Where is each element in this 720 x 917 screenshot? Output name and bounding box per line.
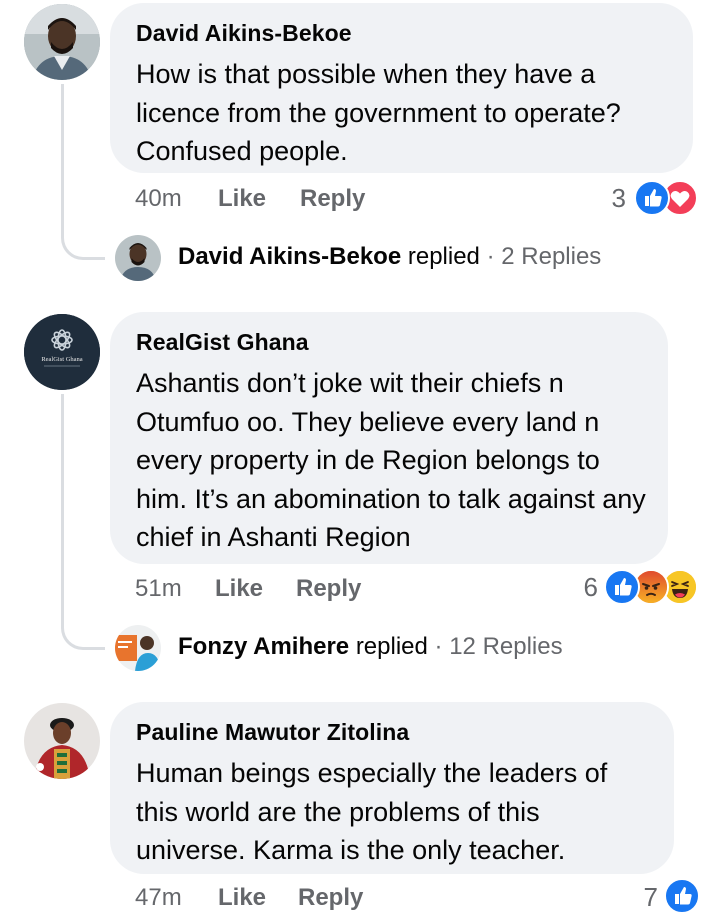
avatar-brand-text: RealGist Ghana xyxy=(41,356,82,363)
like-icon xyxy=(634,180,670,216)
reply-button[interactable]: Reply xyxy=(296,575,361,603)
realgist-logo-icon: RealGist Ghana xyxy=(24,314,100,390)
replies-link[interactable]: Fonzy Amihere replied · 12 Replies xyxy=(178,633,563,661)
person-photo-icon xyxy=(115,625,161,671)
person-photo-icon xyxy=(115,235,161,281)
reply-author: Fonzy Amihere xyxy=(178,633,350,660)
thread-line xyxy=(61,394,64,624)
reply-button[interactable]: Reply xyxy=(298,884,363,912)
person-photo-icon xyxy=(24,703,100,779)
separator-dot: · xyxy=(486,243,495,270)
reply-button[interactable]: Reply xyxy=(300,185,365,213)
comment-time[interactable]: 47m xyxy=(135,884,182,912)
avatar-david[interactable] xyxy=(24,4,100,80)
reply-author: David Aikins-Bekoe xyxy=(178,243,402,270)
comment-time[interactable]: 40m xyxy=(135,185,182,213)
comment-bubble[interactable]: David Aikins-Bekoe How is that possible … xyxy=(110,3,693,173)
like-button[interactable]: Like xyxy=(218,185,266,213)
avatar-realgist[interactable]: RealGist Ghana xyxy=(24,314,100,390)
like-button[interactable]: Like xyxy=(218,884,266,912)
separator-dot: · xyxy=(434,633,443,660)
comment-text: Ashantis don’t joke wit their chiefs n O… xyxy=(136,368,646,552)
reply-count: 12 Replies xyxy=(449,633,563,660)
avatar-fonzy[interactable] xyxy=(115,625,161,671)
replied-label: replied xyxy=(355,633,428,660)
reaction-count[interactable]: 3 xyxy=(590,183,626,214)
comment-author[interactable]: David Aikins-Bekoe xyxy=(136,20,352,47)
like-icon xyxy=(604,569,640,605)
replies-link[interactable]: David Aikins-Bekoe replied · 2 Replies xyxy=(178,243,601,271)
person-photo-icon xyxy=(24,4,100,80)
comment-text: Human beings especially the leaders of t… xyxy=(136,758,608,865)
reply-count: 2 Replies xyxy=(501,243,602,270)
avatar-david-small[interactable] xyxy=(115,235,161,281)
like-button[interactable]: Like xyxy=(215,575,263,603)
thread-connector xyxy=(61,600,105,650)
comment-bubble[interactable]: RealGist Ghana Ashantis don’t joke wit t… xyxy=(110,312,668,564)
replied-label: replied xyxy=(407,243,480,270)
comment-author[interactable]: Pauline Mawutor Zitolina xyxy=(136,719,409,746)
comment-author[interactable]: RealGist Ghana xyxy=(136,329,309,356)
comment-text: How is that possible when they have a li… xyxy=(136,59,621,166)
thread-connector xyxy=(61,210,105,260)
comment-time[interactable]: 51m xyxy=(135,575,182,603)
reaction-count[interactable]: 7 xyxy=(622,882,658,913)
avatar-pauline[interactable] xyxy=(24,703,100,779)
comment-bubble[interactable]: Pauline Mawutor Zitolina Human beings es… xyxy=(110,702,674,874)
reaction-count[interactable]: 6 xyxy=(562,572,598,603)
